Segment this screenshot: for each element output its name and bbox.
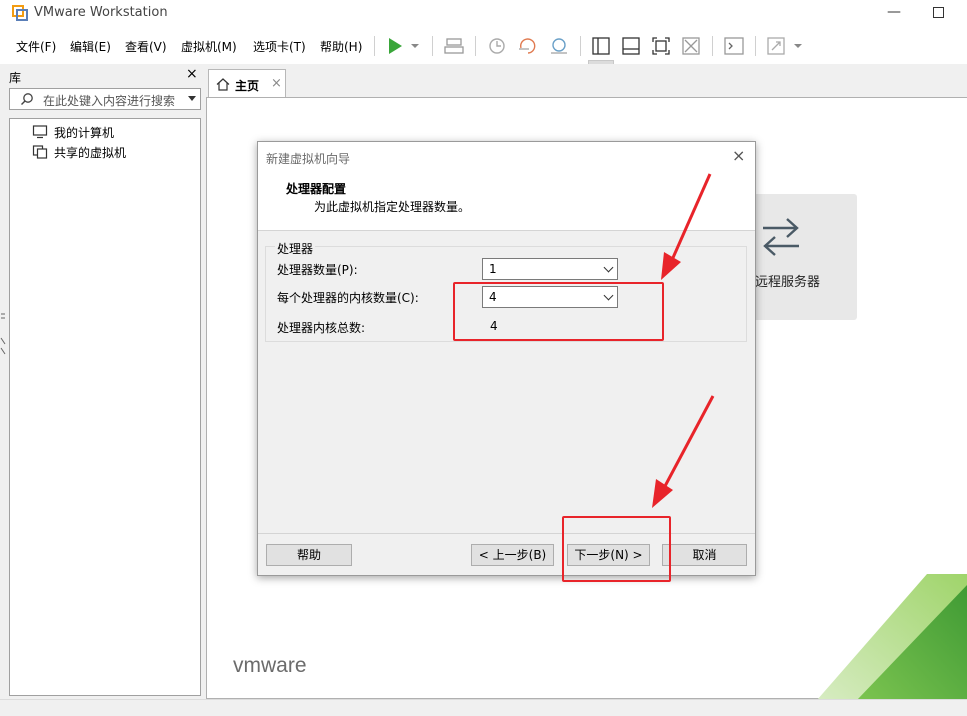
library-panel: 库 × 在此处键入内容进行搜索 我的计算机 共享的虚拟机 [0,64,206,700]
connect-remote-server-card[interactable]: 远程服务器 [747,194,857,320]
remote-server-label: 远程服务器 [755,275,821,290]
snapshot-icon[interactable] [486,36,508,56]
vmware-logo-icon [12,5,28,21]
menu-tabs[interactable]: 选项卡(T) [253,38,306,55]
cores-per-processor-label: 每个处理器的内核数量(C): [277,291,419,305]
dialog-header: 新建虚拟机向导 × 处理器配置 为此虚拟机指定处理器数量。 [258,142,755,231]
tab-close-button[interactable]: × [271,76,282,91]
search-placeholder: 在此处键入内容进行搜索 [43,94,176,108]
help-button[interactable]: 帮助 [266,544,352,566]
tab-home[interactable]: 主页 × [208,69,286,98]
minimize-button[interactable]: — [882,2,906,24]
toolbar-separator [580,36,581,56]
tab-bar: 主页 × [206,64,967,98]
revert-snapshot-icon[interactable] [517,36,539,56]
tree-item-label: 我的计算机 [54,126,115,140]
search-dropdown-icon[interactable] [188,96,196,101]
menu-toolbar: 文件(F) 编辑(E) 查看(V) 虚拟机(M) 选项卡(T) 帮助(H) [0,28,967,88]
unity-icon[interactable] [680,36,702,56]
shared-vm-icon [32,145,48,159]
show-library-icon[interactable] [590,36,612,56]
dialog-close-button[interactable]: × [732,146,745,165]
swap-arrows-icon [763,218,799,256]
thumbnail-bar-icon[interactable] [620,36,642,56]
total-cores-label: 处理器内核总数: [277,321,366,335]
library-search-input[interactable]: 在此处键入内容进行搜索 [9,88,201,110]
tab-home-label: 主页 [235,79,260,93]
processor-count-select[interactable]: 1 [482,258,618,280]
title-bar: VMware Workstation — [0,0,967,28]
processor-count-value: 1 [489,262,497,276]
status-bar [0,699,967,716]
annotation-box-next [562,516,671,582]
toolbar-separator [432,36,433,56]
window-title: VMware Workstation [34,5,168,20]
menu-file[interactable]: 文件(F) [16,38,56,55]
brand-corner-graphic [817,574,967,700]
vmware-brand-logo: vmware [233,654,307,677]
back-button[interactable]: < 上一步(B) [471,544,554,566]
collapsed-panel-strip[interactable] [0,304,6,364]
toolbar-separator [755,36,756,56]
computer-icon [32,125,48,139]
menu-view[interactable]: 查看(V) [125,38,167,55]
processor-group-label: 处理器 [275,240,316,257]
home-icon [216,78,230,91]
chevron-down-icon [603,262,614,273]
tree-item-label: 共享的虚拟机 [54,146,127,160]
toolbar-separator [374,36,375,56]
menu-edit[interactable]: 编辑(E) [70,38,111,55]
dialog-footer-divider [258,533,755,534]
menu-help[interactable]: 帮助(H) [320,38,362,55]
annotation-box-cores [453,282,664,341]
play-icon[interactable] [386,36,420,56]
dialog-title: 新建虚拟机向导 [266,152,351,166]
send-ctrl-alt-del-icon[interactable] [443,36,465,56]
maximize-icon [932,7,944,18]
cancel-button[interactable]: 取消 [662,544,747,566]
library-close-button[interactable]: × [186,66,198,82]
dialog-heading: 处理器配置 [286,182,347,196]
stretch-icon[interactable] [766,36,806,56]
processor-count-label: 处理器数量(P): [277,263,358,277]
search-icon [21,93,33,105]
console-icon[interactable] [723,36,745,56]
snapshot-manager-icon[interactable] [548,36,570,56]
menu-vm[interactable]: 虚拟机(M) [181,38,237,55]
full-screen-icon[interactable] [650,36,672,56]
toolbar-separator [475,36,476,56]
library-title: 库 [9,71,22,85]
library-tree: 我的计算机 共享的虚拟机 [9,118,201,696]
new-vm-wizard-dialog: 新建虚拟机向导 × 处理器配置 为此虚拟机指定处理器数量。 处理器 处理器数量(… [257,141,756,576]
toolbar-separator [712,36,713,56]
maximize-button[interactable] [926,2,950,24]
dialog-subheading: 为此虚拟机指定处理器数量。 [314,200,471,214]
